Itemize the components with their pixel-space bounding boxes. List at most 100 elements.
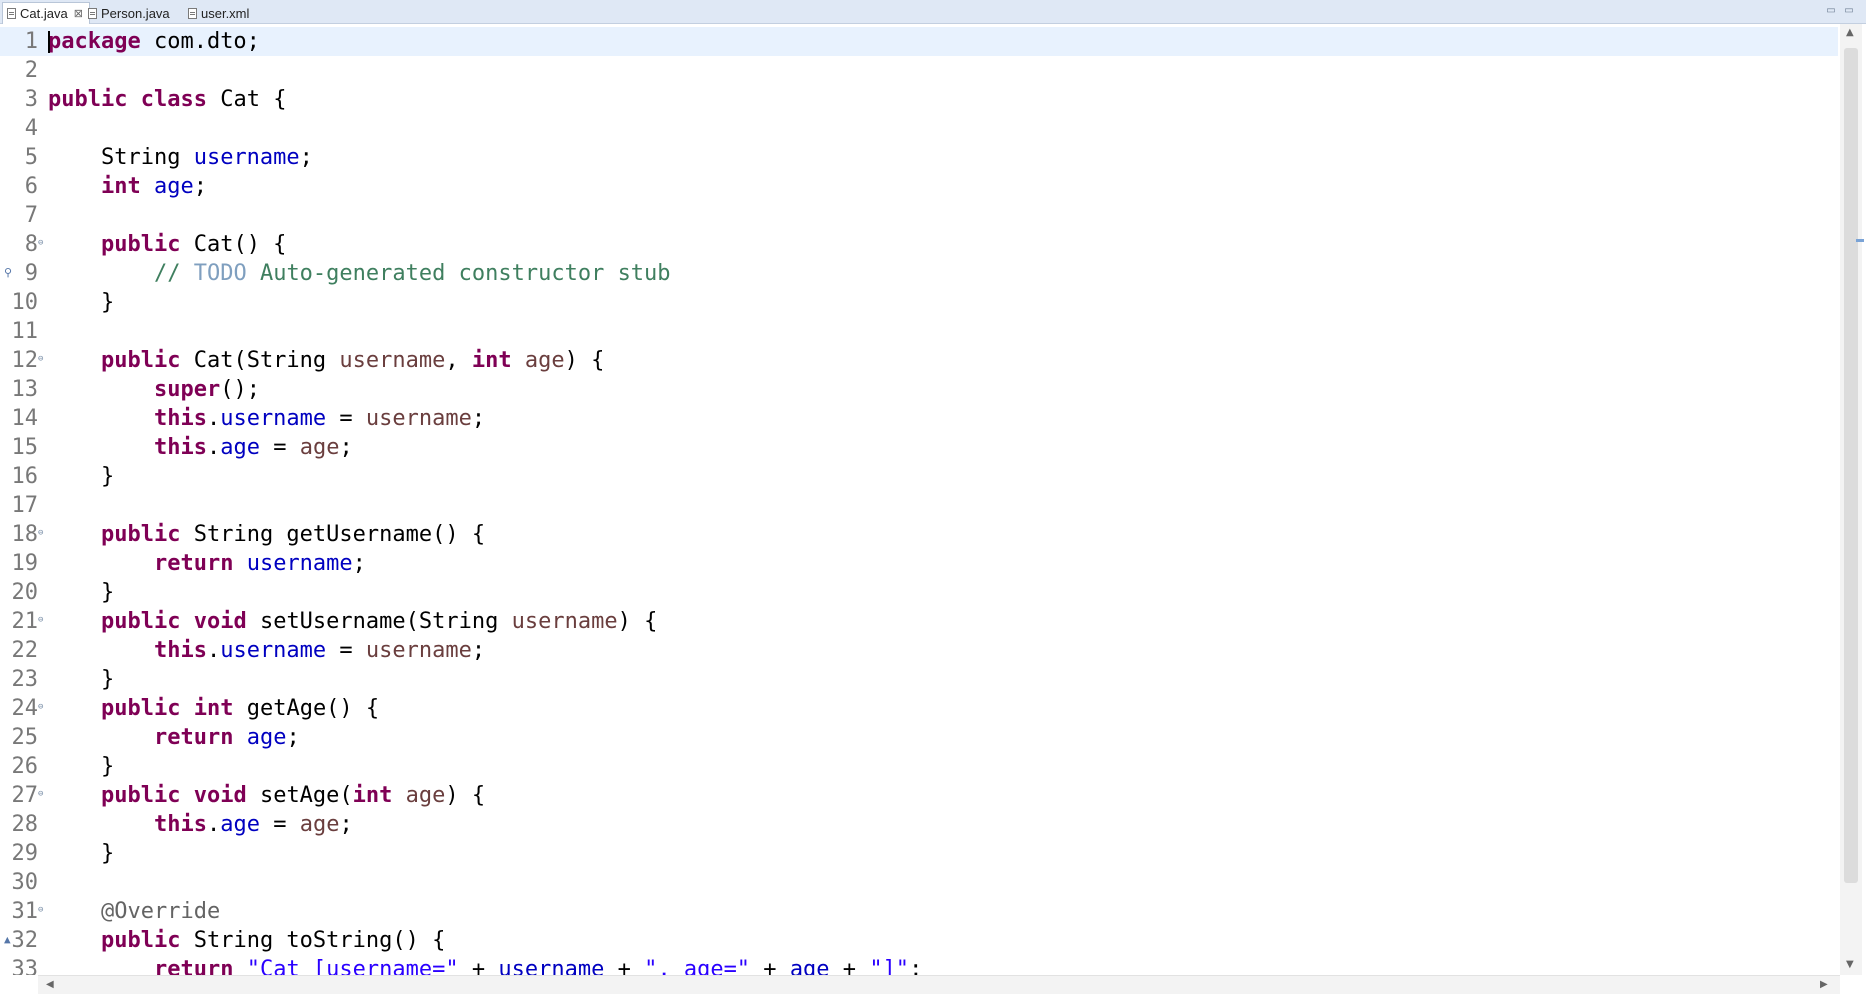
scroll-left-icon[interactable]: ◀ [46,979,54,990]
code-line[interactable]: 1 package com.dto; [0,27,1838,56]
code-token: String getUsername() { [180,522,486,547]
maximize-icon[interactable]: ▭ [1842,3,1856,17]
code-line[interactable]: 27 ⊖ public void setAge(int age) { [0,781,1838,810]
code-line[interactable]: 23 } [0,665,1838,694]
code-line[interactable]: 4 [0,114,1838,143]
code-line[interactable]: 19 return username; [0,549,1838,578]
gutter-annotation-icon[interactable]: ⚲ [4,267,12,279]
code-line[interactable]: 21 ⊖ public void setUsername(String usern… [0,607,1838,636]
vertical-scrollbar[interactable]: ▲ ▼ [1840,24,1862,975]
code-line[interactable]: 33 return "Cat [username=" + username + … [0,955,1838,975]
line-number: 23 [11,667,39,692]
gutter-annotation-icon[interactable]: ▲ [4,934,11,946]
fold-collapse-icon[interactable]: ⊖ [38,790,45,799]
code-token: public [100,348,181,373]
code-line[interactable]: 16 } [0,462,1838,491]
code-text: package com.dto; [48,27,260,56]
fold-collapse-icon[interactable]: ⊖ [38,529,45,538]
fold-collapse-icon[interactable]: ⊖ [38,616,45,625]
line-number: 12 [11,348,39,373]
code-text: return age; [48,723,300,752]
fold-collapse-icon[interactable]: ⊖ [38,703,45,712]
code-editor[interactable]: 1 package com.dto; 2 3 public class Cat {4 5 … [0,24,1838,975]
code-token: } [48,667,115,692]
code-line[interactable]: 25 return age; [0,723,1838,752]
code-token: return [153,957,234,975]
code-token: ; [299,145,313,170]
scroll-up-icon[interactable]: ▲ [1846,27,1854,38]
code-token: this [153,435,207,460]
line-number: 4 [24,116,38,141]
code-line[interactable]: 3 public class Cat { [0,85,1838,114]
fold-collapse-icon[interactable]: ⊖ [38,239,45,248]
vertical-scroll-thumb[interactable] [1844,48,1858,883]
code-token: Cat(String [180,348,340,373]
code-line[interactable]: 32 ▲ public String toString() { [0,926,1838,955]
code-text: } [48,288,114,317]
code-line[interactable]: 6 int age; [0,172,1838,201]
code-text: } [48,839,114,868]
code-line[interactable]: 20 } [0,578,1838,607]
code-token: age [153,174,194,199]
code-token: } [48,290,115,315]
code-token: this [153,638,207,663]
code-line[interactable]: 10 } [0,288,1838,317]
minimize-icon[interactable]: ▭ [1824,3,1838,17]
tab-user-xml[interactable]: user.xml [184,2,255,24]
code-token: . [206,812,221,837]
code-text: public void setUsername(String username)… [48,607,657,636]
code-line[interactable]: 24 ⊖ public int getAge() { [0,694,1838,723]
code-token: } [48,464,115,489]
line-number: 19 [11,551,39,576]
code-line[interactable]: 22 this.username = username; [0,636,1838,665]
code-token: package [48,29,141,54]
code-token: (); [220,377,260,402]
overview-ruler-marker[interactable] [1856,239,1864,242]
line-number: 6 [24,174,38,199]
code-token: ; [471,638,486,663]
code-token: ; [286,725,300,750]
code-line[interactable]: 8 ⊖ public Cat() { [0,230,1838,259]
tab-person-java[interactable]: Person.java [84,2,176,24]
code-line[interactable]: 9 ⚲ // TODO Auto-generated constructor st… [0,259,1838,288]
code-line[interactable]: 28 this.age = age; [0,810,1838,839]
code-token: public [100,232,181,257]
code-line[interactable]: 5 String username; [0,143,1838,172]
code-line[interactable]: 2 [0,56,1838,85]
fold-collapse-icon[interactable]: ⊖ [38,906,45,915]
code-token: } [48,754,115,779]
horizontal-scrollbar[interactable]: ◀ ▶ [38,975,1840,994]
code-line[interactable]: 11 [0,317,1838,346]
code-line[interactable]: 17 [0,491,1838,520]
scroll-down-icon[interactable]: ▼ [1846,959,1854,970]
code-text: return "Cat [username=" + username + ", … [48,955,922,975]
code-line[interactable]: 30 [0,868,1838,897]
code-text: public int getAge() { [48,694,379,723]
code-line[interactable]: 7 [0,201,1838,230]
code-token: age [299,812,340,837]
code-line[interactable]: 18 ⊖ public String getUsername() { [0,520,1838,549]
code-line[interactable]: 29 } [0,839,1838,868]
scroll-right-icon[interactable]: ▶ [1820,979,1828,990]
line-number: 27 [11,783,39,808]
code-line[interactable]: 13 super(); [0,375,1838,404]
code-token: = [326,406,366,431]
tab-cat-java[interactable]: Cat.java ⊠ [2,2,90,24]
close-tab-icon[interactable]: ⊠ [74,7,83,20]
line-number: 33 [11,957,39,975]
code-line[interactable]: 31 ⊖ @Override [0,897,1838,926]
code-token: void [193,609,247,634]
code-line[interactable]: 12 ⊖ public Cat(String username, int age)… [0,346,1838,375]
code-line[interactable]: 26 } [0,752,1838,781]
line-number: 15 [11,435,39,460]
code-line[interactable]: 15 this.age = age; [0,433,1838,462]
code-line[interactable]: 14 this.username = username; [0,404,1838,433]
fold-collapse-icon[interactable]: ⊖ [38,355,45,364]
line-number: 16 [11,464,39,489]
